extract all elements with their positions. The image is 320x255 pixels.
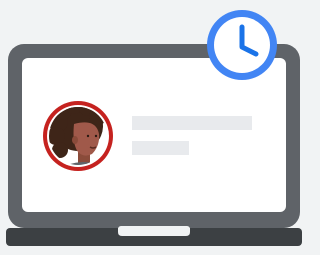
text-line-placeholder: [132, 141, 189, 155]
text-line-placeholder: [132, 116, 252, 130]
eye: [86, 134, 90, 138]
illustration-canvas: [6, 10, 302, 246]
eye: [94, 134, 98, 138]
laptop-base: [6, 226, 302, 246]
ear: [72, 136, 78, 144]
laptop-illustration: [0, 0, 302, 255]
laptop-hinge: [118, 226, 190, 234]
clock-icon: [207, 10, 277, 80]
